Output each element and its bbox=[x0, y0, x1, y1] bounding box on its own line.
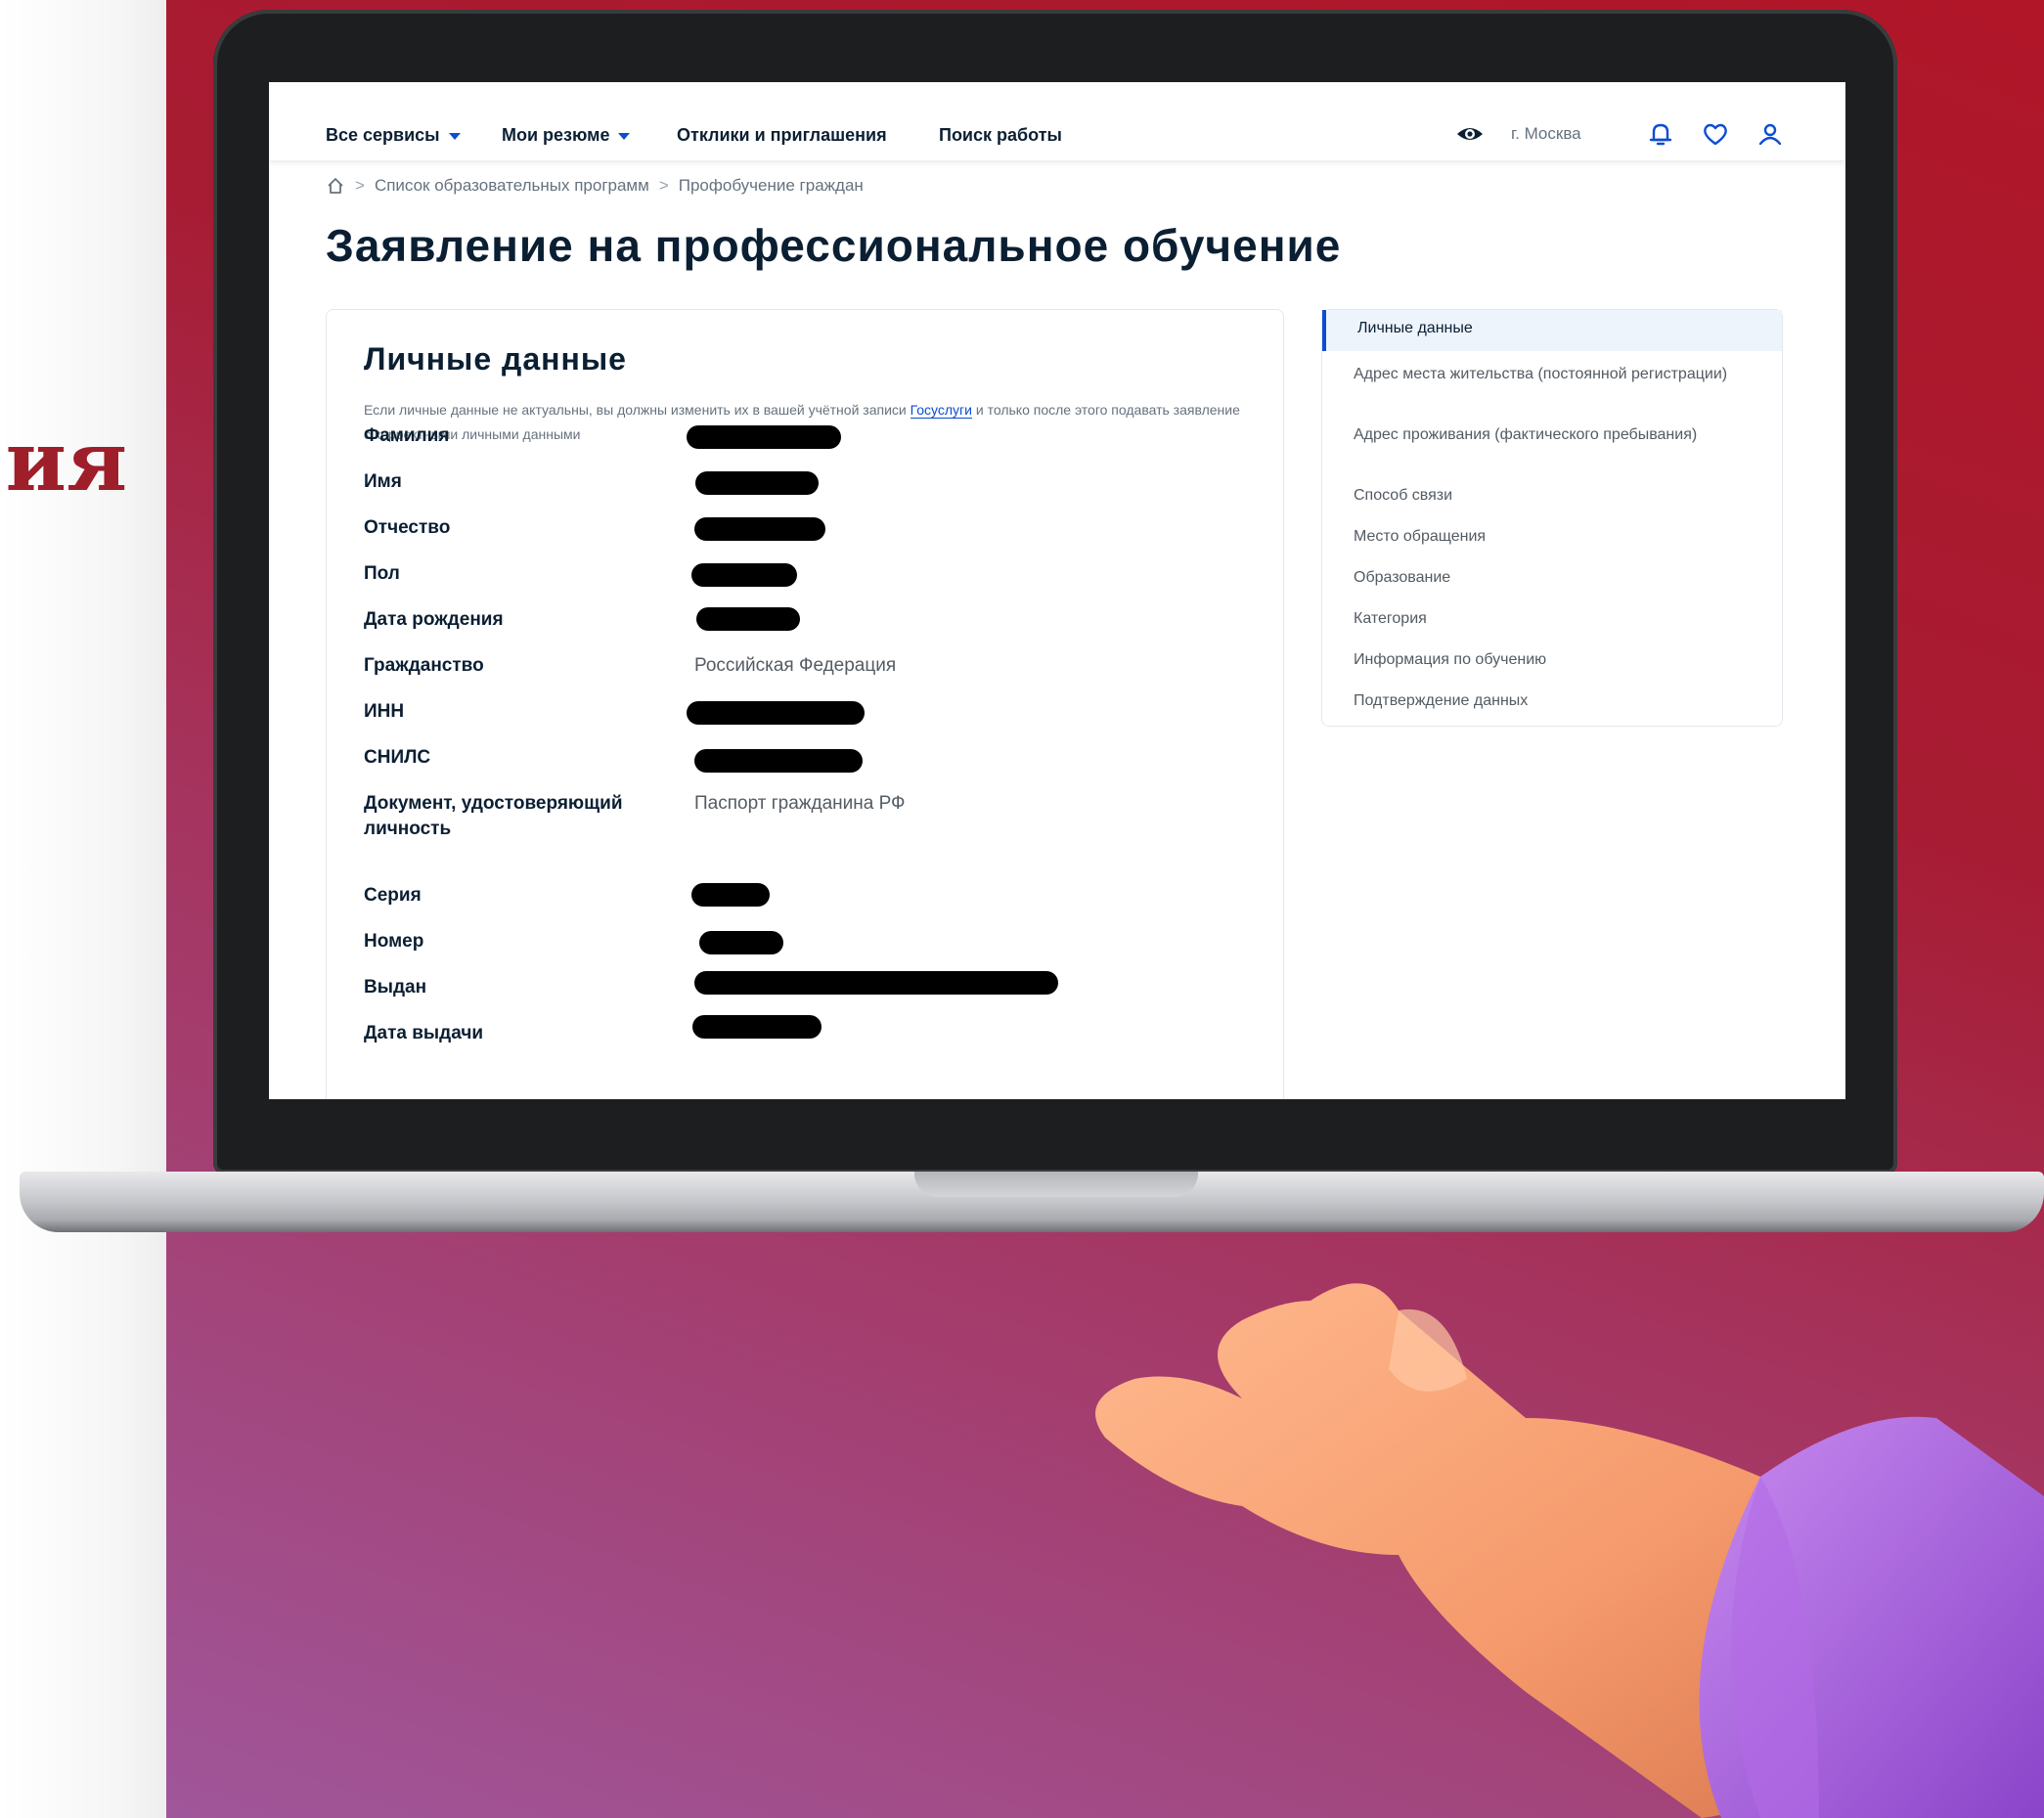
nav-all-services[interactable]: Все сервисы bbox=[326, 125, 461, 146]
breadcrumb-separator: > bbox=[355, 176, 365, 195]
identity-document-value: Паспорт гражданина РФ bbox=[694, 793, 906, 814]
field-label: Документ, удостоверяющий личность bbox=[364, 793, 623, 839]
nav-my-resumes[interactable]: Мои резюме bbox=[502, 125, 631, 146]
sidebar-item-contact-method[interactable]: Способ связи bbox=[1354, 486, 1755, 505]
redaction-mark bbox=[699, 931, 783, 954]
top-navigation: Все сервисы Мои резюме Отклики и приглаш… bbox=[269, 82, 1845, 160]
nav-all-services-label: Все сервисы bbox=[326, 125, 440, 145]
breadcrumb: > Список образовательных программ > Проф… bbox=[326, 176, 864, 196]
sidebar-item-application-place[interactable]: Место обращения bbox=[1354, 527, 1755, 546]
heart-icon[interactable] bbox=[1701, 119, 1730, 149]
nav-job-search[interactable]: Поиск работы bbox=[939, 125, 1062, 146]
eye-icon[interactable] bbox=[1455, 119, 1485, 149]
field-label: Дата рождения bbox=[364, 609, 504, 630]
redaction-mark bbox=[694, 971, 1058, 995]
field-label: Отчество bbox=[364, 517, 451, 538]
home-icon[interactable] bbox=[326, 176, 345, 196]
redaction-mark bbox=[695, 471, 819, 495]
redaction-mark bbox=[692, 1015, 822, 1039]
field-label: Гражданство bbox=[364, 655, 484, 676]
gosuslugi-link[interactable]: Госуслуги bbox=[910, 402, 972, 419]
redaction-mark bbox=[696, 607, 800, 631]
field-label: Выдан bbox=[364, 977, 427, 998]
city-selector[interactable]: г. Москва bbox=[1511, 124, 1581, 144]
sidebar-item-label: Личные данные bbox=[1357, 320, 1473, 336]
sidebar-item-personal-data[interactable]: Личные данные bbox=[1322, 310, 1782, 351]
sidebar-item-data-confirmation[interactable]: Подтверждение данных bbox=[1354, 691, 1755, 710]
note-text-start: Если личные данные не актуальны, вы долж… bbox=[364, 402, 911, 418]
field-label: ИНН bbox=[364, 701, 405, 722]
field-label: Серия bbox=[364, 885, 422, 906]
laptop-notch bbox=[914, 1172, 1198, 1197]
page-title: Заявление на профессиональное обучение bbox=[326, 220, 1342, 271]
caret-down-icon bbox=[618, 132, 631, 140]
bell-icon[interactable] bbox=[1646, 119, 1675, 149]
caret-down-icon bbox=[448, 132, 461, 140]
sidebar-item-category[interactable]: Категория bbox=[1354, 609, 1755, 628]
field-label: СНИЛС bbox=[364, 747, 431, 768]
nav-my-resumes-label: Мои резюме bbox=[502, 125, 610, 145]
redaction-mark bbox=[691, 563, 797, 587]
form-sections-sidebar: Личные данные Адрес места жительства (по… bbox=[1321, 309, 1783, 727]
nav-responses[interactable]: Отклики и приглашения bbox=[677, 125, 887, 146]
redaction-mark bbox=[691, 883, 770, 907]
field-label: Номер bbox=[364, 931, 424, 952]
user-icon[interactable] bbox=[1755, 119, 1785, 149]
cropped-heading: ия bbox=[5, 421, 127, 503]
breadcrumb-current: Профобучение граждан bbox=[678, 176, 864, 195]
sidebar-item-residence-address[interactable]: Адрес проживания (фактического пребывани… bbox=[1354, 425, 1755, 444]
sidebar-item-registration-address[interactable]: Адрес места жительства (постоянной регис… bbox=[1354, 365, 1755, 383]
citizenship-value: Российская Федерация bbox=[694, 655, 897, 676]
redaction-mark bbox=[687, 425, 841, 449]
field-label: Имя bbox=[364, 471, 402, 492]
breadcrumb-programs-list[interactable]: Список образовательных программ bbox=[375, 176, 649, 196]
field-label: Пол bbox=[364, 563, 400, 584]
left-panel: ия bbox=[0, 0, 166, 1818]
section-title: Личные данные bbox=[364, 341, 627, 377]
field-label: Дата выдачи bbox=[364, 1023, 484, 1043]
laptop-screen: Все сервисы Мои резюме Отклики и приглаш… bbox=[269, 82, 1845, 1099]
field-label: Фамилия bbox=[364, 425, 450, 446]
hand-illustration bbox=[1095, 1283, 2044, 1818]
sidebar-item-training-info[interactable]: Информация по обучению bbox=[1354, 650, 1755, 669]
personal-data-card: Личные данные Если личные данные не акту… bbox=[326, 309, 1284, 1099]
redaction-mark bbox=[687, 701, 865, 725]
redaction-mark bbox=[694, 517, 825, 541]
breadcrumb-separator: > bbox=[658, 176, 669, 195]
redaction-mark bbox=[694, 749, 863, 773]
sidebar-item-education[interactable]: Образование bbox=[1354, 568, 1755, 587]
